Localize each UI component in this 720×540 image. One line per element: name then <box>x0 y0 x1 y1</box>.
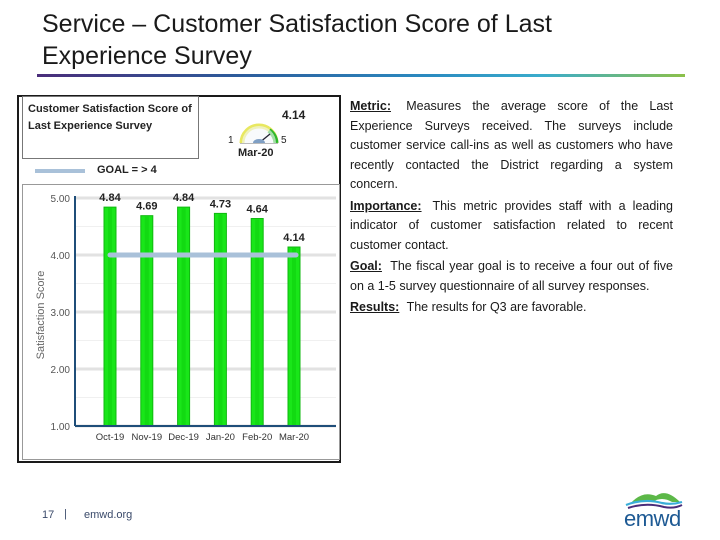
y-axis-label: Satisfaction Score <box>35 271 47 360</box>
bar-data-label: 4.64 <box>246 204 268 216</box>
importance-label: Importance: <box>350 198 422 213</box>
bar-highlight <box>181 208 186 426</box>
bar-data-label: 4.14 <box>283 232 305 244</box>
bar-highlight <box>255 219 260 426</box>
bar-data-label: 4.69 <box>136 201 157 213</box>
bar-highlight <box>292 248 296 426</box>
x-tick-label: Oct-19 <box>96 432 125 443</box>
bar-highlight <box>144 216 149 426</box>
y-tick-label: 3.00 <box>51 308 71 319</box>
goal-paragraph: Goal: The fiscal year goal is to receive… <box>350 257 673 296</box>
website-link[interactable]: emwd.org <box>84 509 132 521</box>
y-tick-label: 4.00 <box>51 251 71 262</box>
bar-data-label: 4.84 <box>99 192 121 204</box>
importance-paragraph: Importance: This metric provides staff w… <box>350 197 673 256</box>
results-label: Results: <box>350 300 400 314</box>
x-tick-label: Mar-20 <box>279 432 309 443</box>
goal-text: The fiscal year goal is to receive a fou… <box>350 259 673 293</box>
results-paragraph: Results: The results for Q3 are favorabl… <box>350 298 673 318</box>
x-tick-label: Jan-20 <box>206 432 235 443</box>
y-tick-label: 5.00 <box>51 194 71 205</box>
page-number: 17 <box>42 509 55 521</box>
bar-highlight <box>218 214 223 426</box>
y-tick-label: 2.00 <box>51 365 71 376</box>
logo-text: emwd <box>624 506 681 531</box>
description-panel: Metric: Measures the average score of th… <box>350 97 673 320</box>
x-tick-label: Feb-20 <box>242 432 272 443</box>
bar-data-label: 4.73 <box>210 198 231 210</box>
x-tick-label: Nov-19 <box>131 432 162 443</box>
y-tick-label: 1.00 <box>51 422 71 433</box>
results-text: The results for Q3 are favorable. <box>406 300 587 314</box>
metric-paragraph: Metric: Measures the average score of th… <box>350 97 673 195</box>
bar-data-label: 4.84 <box>173 192 195 204</box>
x-tick-label: Dec-19 <box>168 432 199 443</box>
footer-separator: | <box>64 508 67 520</box>
metric-label: Metric: <box>350 99 391 113</box>
bar-highlight <box>108 208 112 426</box>
goal-label: Goal: <box>350 259 382 273</box>
metric-text: Measures the average score of the Last E… <box>350 99 673 191</box>
